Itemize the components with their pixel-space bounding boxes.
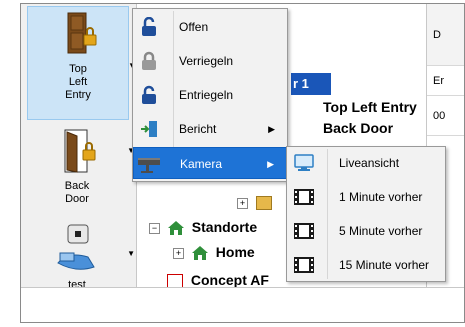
submenu-item-5-minute[interactable]: 5 Minute vorher xyxy=(287,215,445,248)
device-top-left-entry[interactable]: Top Left Entry ▼ xyxy=(27,6,136,120)
submenu-arrow-icon: ▶ xyxy=(268,124,275,134)
tree-item-home[interactable]: + Home xyxy=(173,244,255,261)
submenu-item-label: 1 Minute vorher xyxy=(339,190,423,204)
tree-node-collapsed[interactable]: + xyxy=(237,194,272,211)
submenu-item-label: Liveansicht xyxy=(339,156,400,170)
padlock-open-icon xyxy=(142,17,156,36)
grid-cell[interactable]: Er xyxy=(427,66,464,96)
padlock-grey-icon xyxy=(142,51,156,70)
house-icon xyxy=(167,221,184,236)
grid-header[interactable]: D xyxy=(427,4,464,66)
submenu-item-1-minute[interactable]: 1 Minute vorher xyxy=(287,181,445,214)
submenu-item-15-minute[interactable]: 15 Minute vorher xyxy=(287,249,445,281)
report-door-icon xyxy=(141,121,157,137)
submenu-item-label: 5 Minute vorher xyxy=(339,224,423,238)
submenu-item-liveansicht[interactable]: Liveansicht xyxy=(287,147,445,180)
collapse-icon[interactable]: − xyxy=(149,222,160,234)
film-icon xyxy=(294,257,314,273)
dropdown-arrow-icon[interactable]: ▼ xyxy=(127,247,135,260)
menu-item-label: Bericht xyxy=(179,122,217,136)
tree-label: Standorte xyxy=(191,219,258,235)
context-menu: Offen Verriegeln Entriegeln Bericht ▶ Ka… xyxy=(132,8,288,182)
film-icon xyxy=(294,189,314,205)
expand-icon[interactable]: + xyxy=(237,197,248,209)
device-test[interactable]: test ▼ xyxy=(27,219,135,291)
film-icon xyxy=(294,223,314,239)
padlock-unlock-icon xyxy=(142,85,156,104)
menu-item-label: Verriegeln xyxy=(179,54,234,68)
menu-item-verriegeln[interactable]: Verriegeln xyxy=(133,45,287,77)
submenu-arrow-icon: ▶ xyxy=(267,159,274,169)
menu-item-bericht[interactable]: Bericht ▶ xyxy=(133,113,287,145)
camera-icon xyxy=(138,158,160,173)
menu-item-offen[interactable]: Offen xyxy=(133,11,287,43)
expand-icon[interactable]: + xyxy=(173,247,184,259)
menu-item-entriegeln[interactable]: Entriegeln xyxy=(133,79,287,111)
tree-label: Concept AF xyxy=(190,272,269,287)
device-back-door[interactable]: Back Door ▼ xyxy=(27,124,135,214)
device-label-line: Top xyxy=(69,63,87,75)
device-list: Top Left Entry ▼ Back Door ▼ xyxy=(21,4,137,291)
folder-icon xyxy=(255,196,272,211)
menu-item-label: Kamera xyxy=(180,157,223,171)
device-label-line: Door xyxy=(65,193,89,205)
camera-device-icon xyxy=(57,224,95,270)
camera-submenu: Liveansicht 1 Minute vorher 5 Minute vor… xyxy=(286,146,446,282)
alert-icon xyxy=(167,274,183,287)
bottom-bar xyxy=(21,287,464,322)
door-locked-icon xyxy=(67,12,97,54)
menu-item-label: Entriegeln xyxy=(179,88,234,102)
house-icon xyxy=(191,246,208,261)
tree-item-partial[interactable]: Concept AF xyxy=(167,272,269,287)
menu-item-kamera[interactable]: Kamera ▶ xyxy=(133,147,287,179)
grid-cell[interactable]: 00 xyxy=(427,96,464,136)
tree-item-top-left-entry[interactable]: Top Left Entry xyxy=(323,99,417,115)
menu-item-label: Offen xyxy=(179,20,209,34)
device-label-line: Left xyxy=(68,76,88,88)
device-label-line: Back xyxy=(64,180,90,192)
header-fragment: r 1 xyxy=(291,73,331,95)
tree-label: Home xyxy=(215,244,255,260)
door-open-locked-icon xyxy=(64,129,96,173)
tree-item-standorte[interactable]: − Standorte xyxy=(149,219,258,236)
tree-item-back-door[interactable]: Back Door xyxy=(323,120,393,136)
submenu-item-label: 15 Minute vorher xyxy=(339,258,430,272)
monitor-icon xyxy=(294,154,314,171)
device-label-line: Entry xyxy=(65,89,91,101)
